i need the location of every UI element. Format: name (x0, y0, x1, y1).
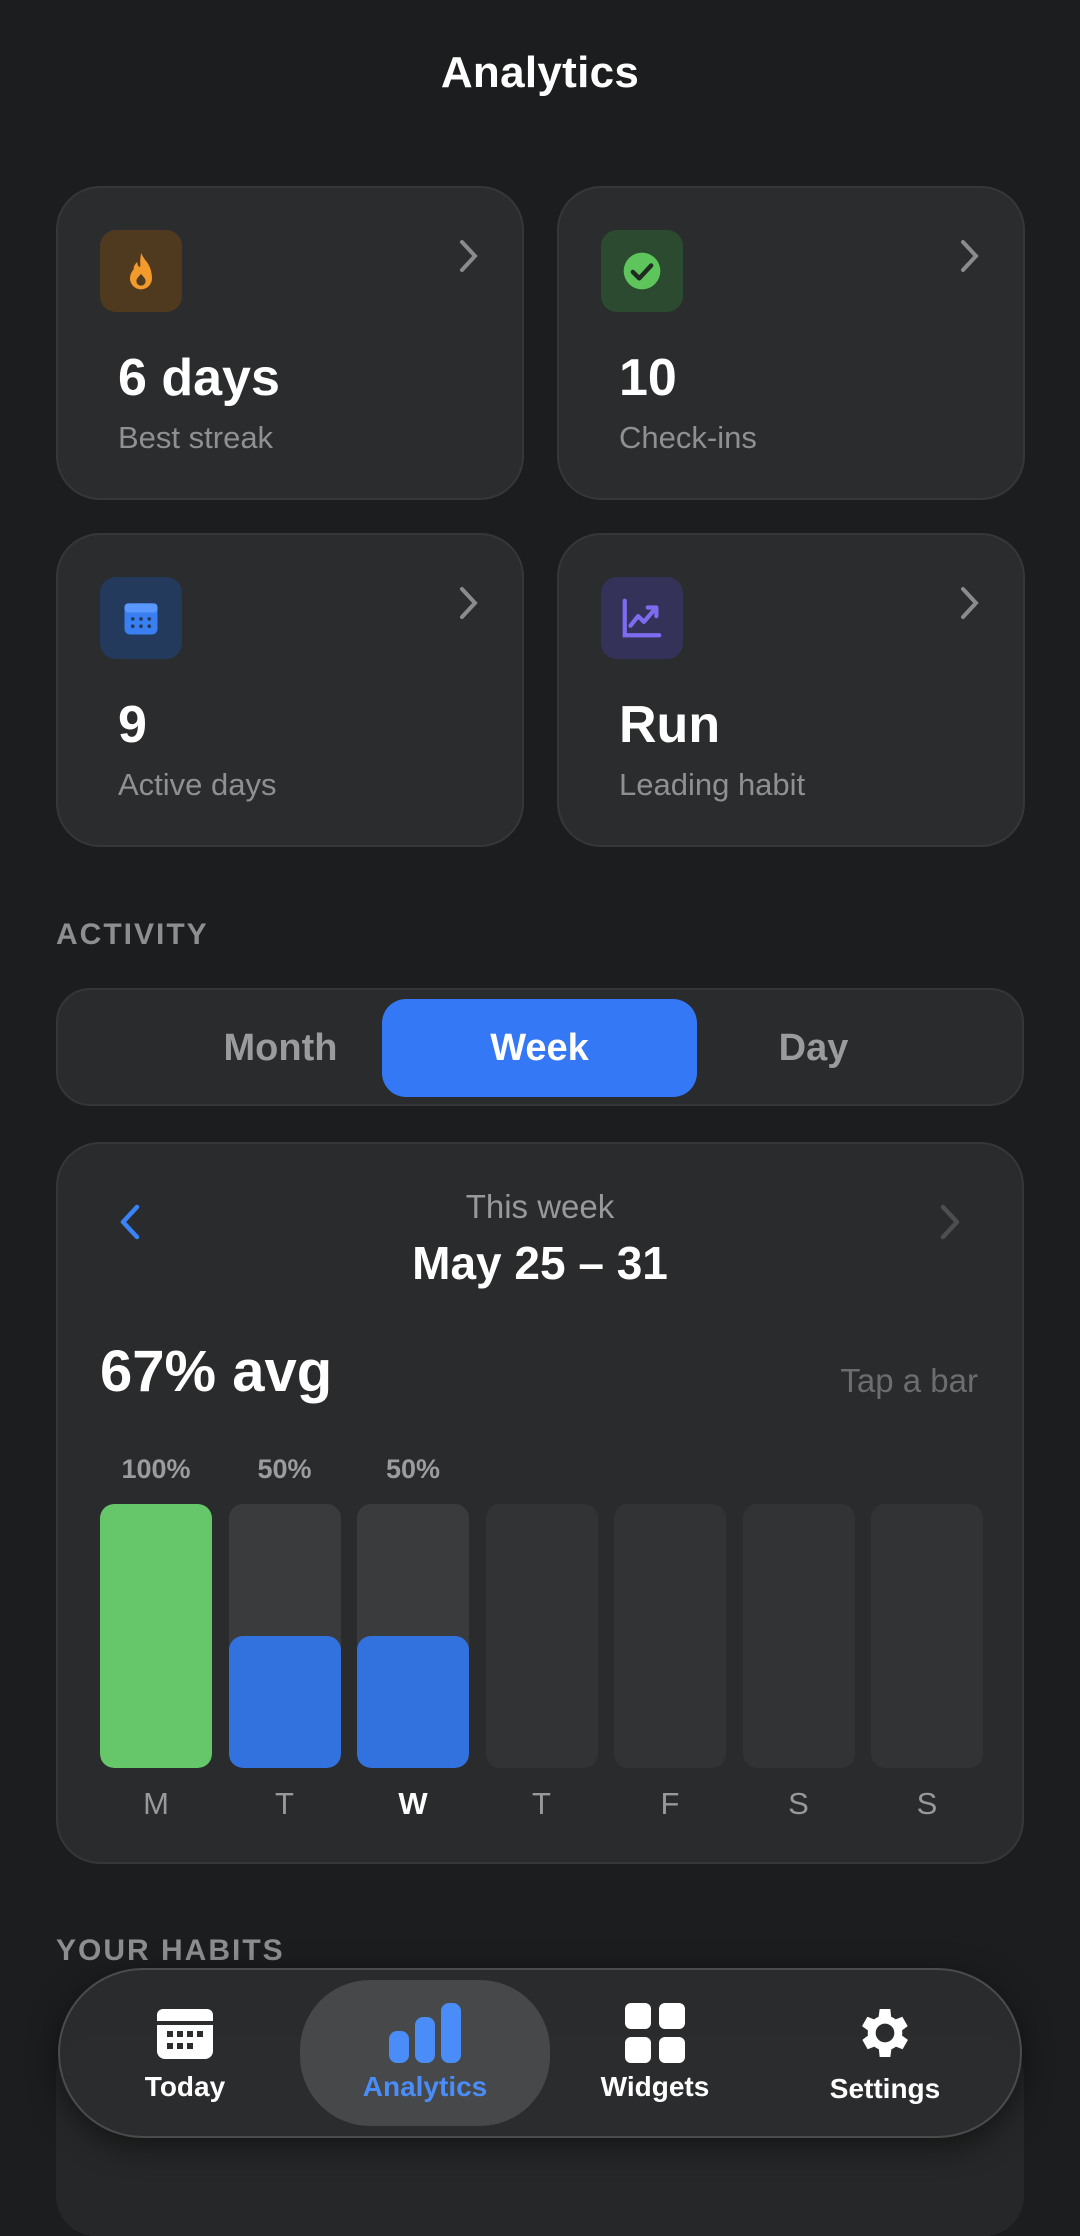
stat-label: Check-ins (619, 420, 757, 455)
tab-widgets[interactable]: Widgets (530, 1980, 780, 2126)
stat-value: 6 days (118, 349, 280, 407)
calendar-icon (100, 577, 182, 659)
bar-track (485, 1504, 598, 1768)
trend-up-chart-icon (601, 577, 683, 659)
stat-label: Active days (118, 767, 277, 802)
bar-fill (228, 1636, 341, 1768)
bar-day-label: S (788, 1786, 809, 1821)
bar-day-label: S (916, 1786, 938, 1821)
bar-value-label: 50% (257, 1454, 312, 1484)
period-segmented-control: Month Week Day (56, 988, 1024, 1106)
period-label: This week (465, 1188, 615, 1225)
bar-value-label: 50% (385, 1454, 441, 1484)
tab-label: Settings (829, 2073, 941, 2104)
bar-track (871, 1504, 983, 1768)
checkmark-circle-icon (601, 230, 683, 312)
chevron-right-icon (961, 240, 979, 272)
tab-label: Analytics (362, 2071, 488, 2102)
bar-track (100, 1504, 212, 1768)
stat-value: 10 (619, 349, 677, 407)
tap-bar-hint: Tap a bar (840, 1362, 978, 1399)
bar-fill (357, 1636, 469, 1768)
tab-today[interactable]: Today (60, 1980, 310, 2126)
tab-settings[interactable]: Settings (760, 1980, 1010, 2126)
stat-label: Best streak (118, 420, 274, 455)
page-title: Analytics (440, 48, 640, 97)
calendar-icon (157, 2009, 213, 2059)
average-percent: 67% avg (100, 1339, 333, 1404)
tab-label: Widgets (600, 2071, 710, 2102)
chevron-right-icon (460, 587, 478, 619)
bar-track (742, 1504, 855, 1768)
activity-chart-card: This week May 25 – 31 67% avg Tap a bar … (56, 1142, 1024, 1864)
chevron-right-icon (961, 587, 979, 619)
bar-chart-icon (389, 2003, 461, 2063)
bar-day-label: F (660, 1786, 680, 1821)
tab-bar: Today Analytics Widgets Settings (58, 1968, 1022, 2138)
bar-day-label: T (275, 1786, 294, 1821)
section-label-activity: ACTIVITY (56, 918, 209, 951)
period-range: May 25 – 31 (412, 1237, 668, 1289)
grid-icon (625, 2003, 685, 2063)
stat-card-best-streak[interactable]: 6 days Best streak (56, 186, 524, 500)
stat-value: 9 (118, 696, 147, 754)
stat-label: Leading habit (619, 767, 806, 802)
segment-week[interactable]: Week (382, 999, 697, 1097)
stat-value: Run (619, 696, 721, 754)
stat-card-check-ins[interactable]: 10 Check-ins (557, 186, 1025, 500)
section-label-your-habits: YOUR HABITS (56, 1934, 285, 1967)
bar-track (228, 1504, 341, 1768)
bar-track (357, 1504, 469, 1768)
stat-card-active-days[interactable]: 9 Active days (56, 533, 524, 847)
tab-label: Today (144, 2071, 226, 2102)
tab-analytics[interactable]: Analytics (300, 1980, 550, 2126)
bar-value-label: 100% (121, 1454, 191, 1484)
gear-icon (862, 2009, 908, 2057)
bar-track (614, 1504, 726, 1768)
bar-day-label: W (398, 1786, 428, 1821)
bar-day-label: T (532, 1786, 551, 1821)
stat-card-leading-habit[interactable]: Run Leading habit (557, 533, 1025, 847)
segment-day[interactable]: Day (656, 999, 971, 1097)
flame-icon (100, 230, 182, 312)
bar-day-label: M (143, 1786, 169, 1821)
bar-fill (100, 1504, 212, 1768)
chevron-right-icon (460, 240, 478, 272)
